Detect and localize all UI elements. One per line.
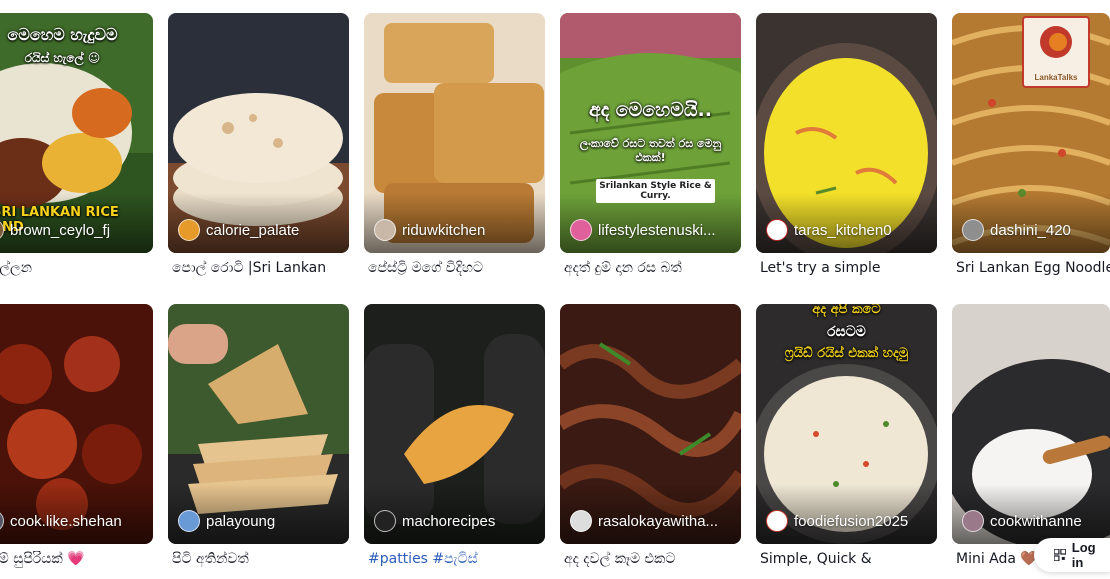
lion-icon <box>1040 26 1072 58</box>
video-caption[interactable]: Let's try a simple <box>760 260 938 282</box>
avatar[interactable] <box>570 510 592 532</box>
overlay-banner: Srilankan Style Rice & Curry. <box>596 179 715 203</box>
author-name[interactable]: dashini_420 <box>990 222 1071 239</box>
avatar[interactable] <box>766 510 788 532</box>
author[interactable]: riduwkitchen <box>374 219 485 241</box>
avatar[interactable] <box>178 510 200 532</box>
author[interactable]: cook.like.shehan <box>0 510 122 532</box>
author-name[interactable]: calorie_palate <box>206 222 299 239</box>
author[interactable]: calorie_palate <box>178 219 299 241</box>
video-card[interactable]: riduwkitchen පේස්ට්‍රි මගේ විදිහට <box>364 13 545 288</box>
video-grid: මෙහෙම හැදුවම රයිස් හැලේ 😉 SRI LANKAN RIC… <box>0 0 1110 578</box>
author[interactable]: machorecipes <box>374 510 495 532</box>
video-thumbnail[interactable]: cookwithanne <box>952 304 1110 544</box>
author-name[interactable]: riduwkitchen <box>402 222 485 239</box>
video-thumbnail[interactable]: rasalokayawitha... <box>560 304 741 544</box>
author[interactable]: lifestylestenuski... <box>570 219 716 241</box>
video-thumbnail[interactable]: cook.like.shehan <box>0 304 153 544</box>
video-card[interactable]: taras_kitchen0 Let's try a simple <box>756 13 937 288</box>
author-name[interactable]: lifestylestenuski... <box>598 222 716 239</box>
video-thumbnail[interactable]: අද මෙහෙමයි.. ලංකාවේ රසට තවත් රස මෙනු එකක… <box>560 13 741 253</box>
video-caption[interactable]: අදත් දුම් දාන රස බත් <box>564 260 742 282</box>
video-thumbnail[interactable]: calorie_palate <box>168 13 349 253</box>
author-name[interactable]: cookwithanne <box>990 513 1082 530</box>
video-thumbnail[interactable]: අද අපි කටෙ රසටම ෆ්‍රයිඩ් රයිස් එකක් හදමු… <box>756 304 937 544</box>
author[interactable]: brown_ceylo_fj <box>0 219 110 241</box>
avatar[interactable] <box>374 510 396 532</box>
overlay-title: අද අපි කටෙ <box>812 304 881 317</box>
video-caption[interactable]: අද දවල් කෑම එකට <box>564 551 742 573</box>
video-caption[interactable]: පේස්ට්‍රි මගේ විදිහට <box>368 260 546 282</box>
login-label[interactable]: Log in <box>1072 540 1110 570</box>
avatar[interactable] <box>962 219 984 241</box>
video-card[interactable]: අද අපි කටෙ රසටම ෆ්‍රයිඩ් රයිස් එකක් හදමු… <box>756 304 937 579</box>
author[interactable]: foodiefusion2025 <box>766 510 908 532</box>
author[interactable]: cookwithanne <box>962 510 1082 532</box>
avatar[interactable] <box>374 219 396 241</box>
overlay-title: අද මෙහෙමයි.. <box>588 99 712 121</box>
overlay-subtitle: ලංකාවේ රසට තවත් රස මෙනු එකක්! <box>579 137 722 164</box>
video-card[interactable]: rasalokayawitha... අද දවල් කෑම එකට <box>560 304 741 579</box>
overlay-subtitle: රසටම <box>827 324 866 340</box>
qr-code-icon <box>1054 549 1066 561</box>
video-caption[interactable]: #patties #පැටිස් <box>368 551 546 573</box>
video-thumbnail[interactable]: palayoung <box>168 304 349 544</box>
avatar[interactable] <box>962 510 984 532</box>
avatar[interactable] <box>570 219 592 241</box>
video-caption[interactable]: ස් ඉල්ලන <box>0 260 154 282</box>
video-card[interactable]: අද මෙහෙමයි.. ලංකාවේ රසට තවත් රස මෙනු එකක… <box>560 13 741 288</box>
author-name[interactable]: brown_ceylo_fj <box>10 222 110 239</box>
video-thumbnail[interactable]: riduwkitchen <box>364 13 545 253</box>
author-name[interactable]: cook.like.shehan <box>10 513 122 530</box>
lankatalks-logo: LankaTalks <box>1022 16 1090 88</box>
login-button[interactable]: Log in <box>1034 538 1110 572</box>
author[interactable]: taras_kitchen0 <box>766 219 892 241</box>
video-caption[interactable]: කනම් සුපිරියක් 💗 <box>0 551 154 573</box>
logo-text: LankaTalks <box>1034 73 1078 82</box>
author-name[interactable]: taras_kitchen0 <box>794 222 892 239</box>
author[interactable]: dashini_420 <box>962 219 1071 241</box>
overlay-title: මෙහෙම හැදුවම <box>7 25 118 44</box>
avatar[interactable] <box>766 219 788 241</box>
video-thumbnail[interactable]: මෙහෙම හැදුවම රයිස් හැලේ 😉 SRI LANKAN RIC… <box>0 13 153 253</box>
author-name[interactable]: machorecipes <box>402 513 495 530</box>
video-card[interactable]: calorie_palate පොල් රොටි |Sri Lankan <box>168 13 349 288</box>
author-name[interactable]: foodiefusion2025 <box>794 513 908 530</box>
video-card[interactable]: cook.like.shehan කනම් සුපිරියක් 💗 <box>0 304 153 579</box>
video-card[interactable]: palayoung පිටි අතින්වත් <box>168 304 349 579</box>
avatar[interactable] <box>0 510 4 532</box>
video-caption[interactable]: Sri Lankan Egg Noodle <box>956 260 1110 282</box>
overlay-subtitle: රයිස් හැලේ 😉 <box>24 51 101 65</box>
overlay-banner: ෆ්‍රයිඩ් රයිස් එකක් හදමු <box>784 346 909 361</box>
video-caption[interactable]: පොල් රොටි |Sri Lankan <box>172 260 350 282</box>
avatar[interactable] <box>0 219 4 241</box>
video-thumbnail[interactable]: taras_kitchen0 <box>756 13 937 253</box>
video-card[interactable]: machorecipes #patties #පැටිස් <box>364 304 545 579</box>
video-thumbnail[interactable]: machorecipes <box>364 304 545 544</box>
author-name[interactable]: palayoung <box>206 513 275 530</box>
video-caption[interactable]: Simple, Quick & <box>760 551 938 573</box>
video-card[interactable]: මෙහෙම හැදුවම රයිස් හැලේ 😉 SRI LANKAN RIC… <box>0 13 153 288</box>
author[interactable]: palayoung <box>178 510 275 532</box>
avatar[interactable] <box>178 219 200 241</box>
video-caption[interactable]: පිටි අතින්වත් <box>172 551 350 573</box>
author[interactable]: rasalokayawitha... <box>570 510 718 532</box>
author-name[interactable]: rasalokayawitha... <box>598 513 718 530</box>
